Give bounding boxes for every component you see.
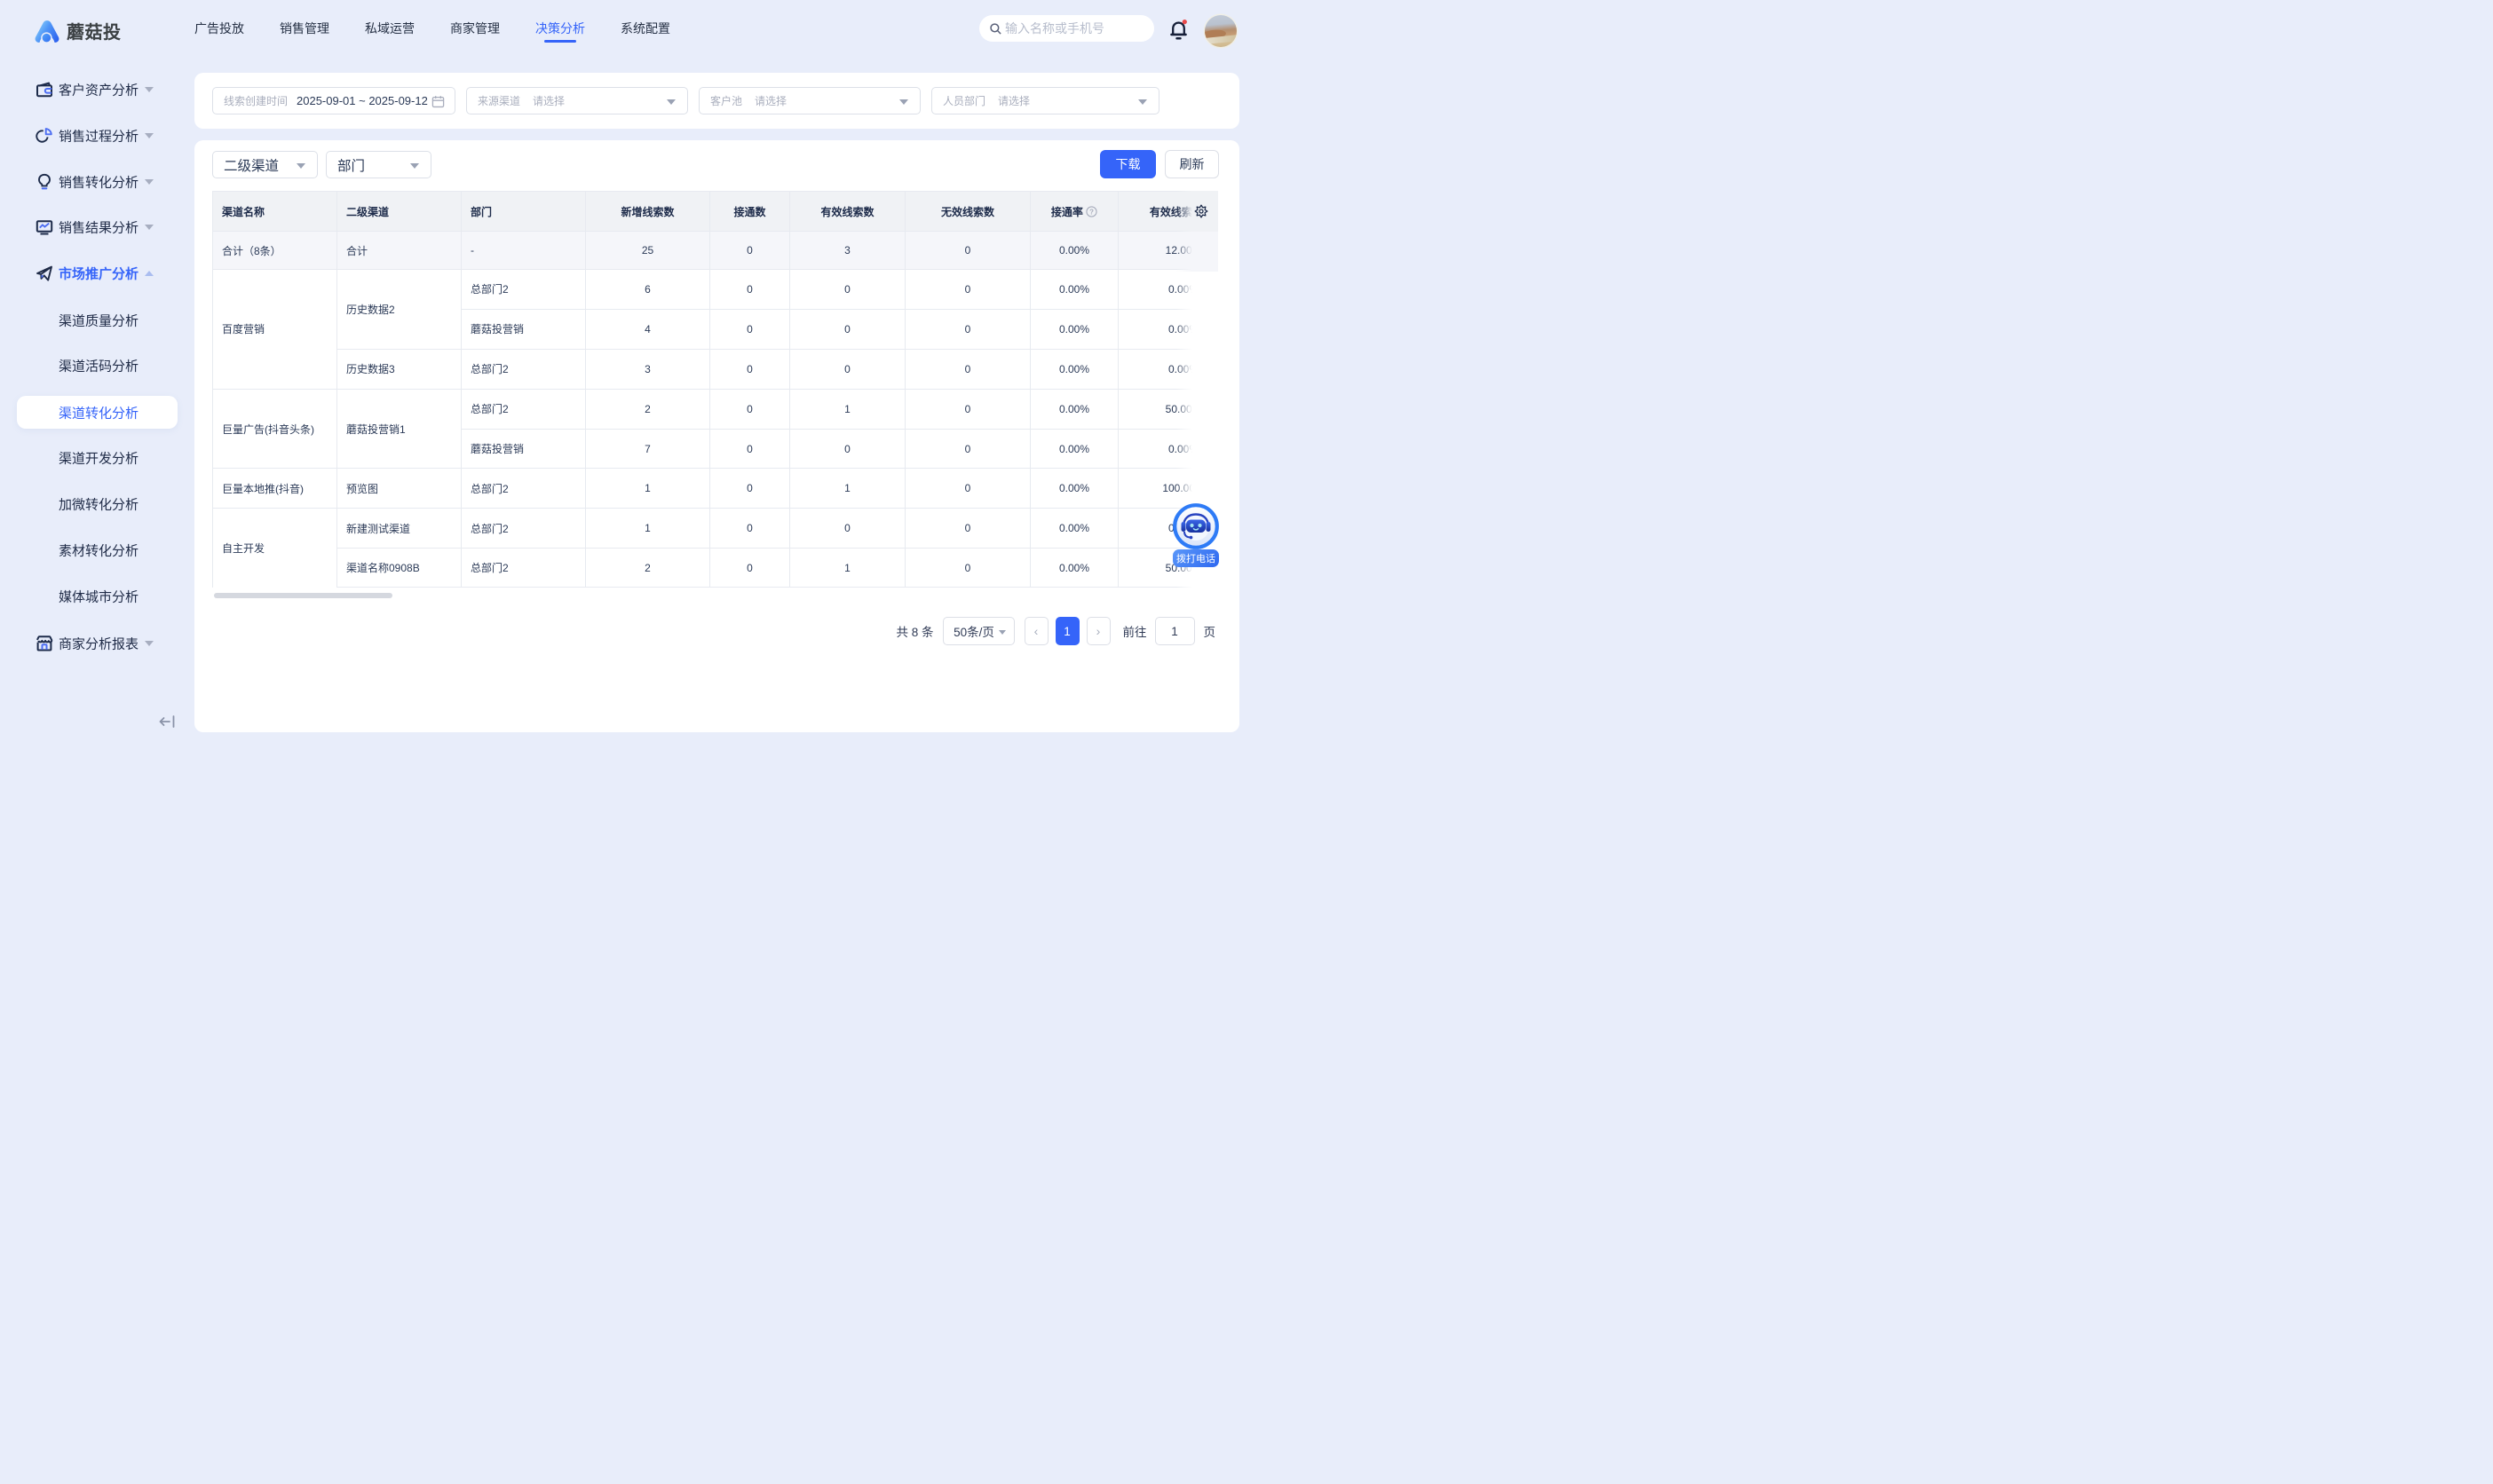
svg-text:?: ? — [1089, 208, 1094, 216]
svg-text:?: ? — [1209, 208, 1214, 216]
